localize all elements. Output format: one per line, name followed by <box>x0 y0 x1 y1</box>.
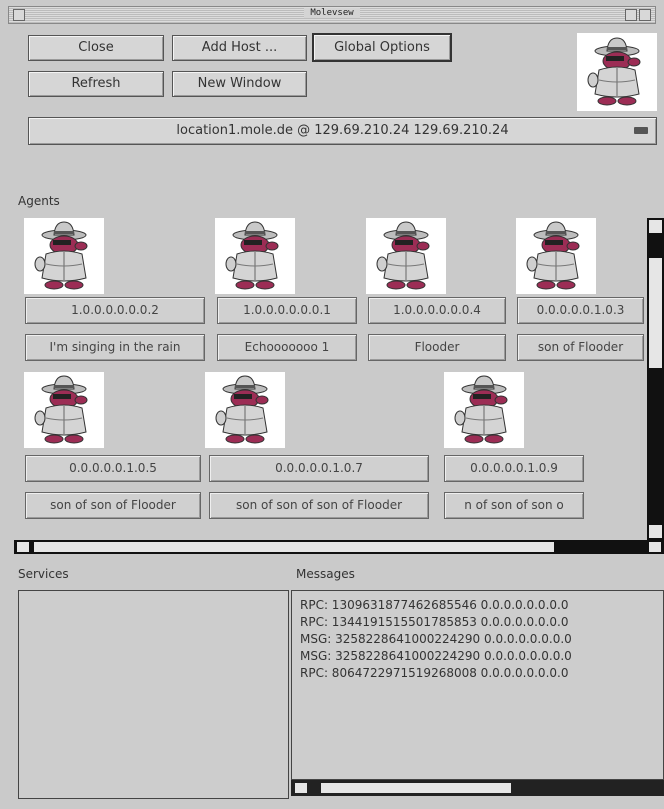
scroll-up-arrow-icon[interactable] <box>649 220 662 233</box>
window-title: Molevsew <box>304 8 360 18</box>
agent-mole-icon[interactable] <box>205 372 285 448</box>
agents-vertical-scrollbar[interactable] <box>647 218 664 540</box>
agent-name-button[interactable]: son of son of son of Flooder <box>209 492 429 519</box>
window-zoom-box[interactable] <box>625 9 637 21</box>
message-line: MSG: 3258228641000224290 0.0.0.0.0.0.0.0 <box>300 649 572 663</box>
agent-mole-icon[interactable] <box>24 372 104 448</box>
molevsew-window: Molevsew Close Add Host ... Global Optio… <box>0 0 664 809</box>
messages-heading: Messages <box>296 567 355 581</box>
message-line: MSG: 3258228641000224290 0.0.0.0.0.0.0.0 <box>300 632 572 646</box>
refresh-button[interactable]: Refresh <box>28 71 164 97</box>
add-host-button[interactable]: Add Host ... <box>172 35 307 61</box>
agent-name-button[interactable]: Flooder <box>368 334 506 361</box>
agent-name-button[interactable]: Echooooooo 1 <box>217 334 357 361</box>
dropdown-arrow-icon <box>634 127 648 134</box>
title-bar[interactable]: Molevsew <box>8 6 656 24</box>
agent-mole-icon[interactable] <box>215 218 295 294</box>
agent-id-button[interactable]: 0.0.0.0.0.1.0.3 <box>517 297 644 324</box>
agent-id-button[interactable]: 1.0.0.0.0.0.0.4 <box>368 297 506 324</box>
agent-id-button[interactable]: 1.0.0.0.0.0.0.2 <box>25 297 205 324</box>
global-options-button[interactable]: Global Options <box>312 33 452 62</box>
agent-mole-icon[interactable] <box>366 218 446 294</box>
agent-name-button[interactable]: son of son of Flooder <box>25 492 201 519</box>
agent-name-button[interactable]: n of son of son o <box>444 492 584 519</box>
agent-mole-icon[interactable] <box>444 372 524 448</box>
agent-name-button[interactable]: I'm singing in the rain <box>25 334 205 361</box>
location-select-value: location1.mole.de @ 129.69.210.24 129.69… <box>176 123 509 138</box>
location-select[interactable]: location1.mole.de @ 129.69.210.24 129.69… <box>28 117 657 145</box>
close-button[interactable]: Close <box>28 35 164 61</box>
agent-mole-icon[interactable] <box>24 218 104 294</box>
scroll-left-arrow-icon[interactable] <box>295 783 307 793</box>
window-collapse-box[interactable] <box>639 9 651 21</box>
agents-horizontal-scrollbar[interactable] <box>14 540 664 554</box>
agent-id-button[interactable]: 0.0.0.0.0.1.0.7 <box>209 455 429 482</box>
message-line: RPC: 1309631877462685546 0.0.0.0.0.0.0.0 <box>300 598 569 612</box>
scroll-right-arrow-icon[interactable] <box>649 542 661 552</box>
agent-id-button[interactable]: 0.0.0.0.0.1.0.5 <box>25 455 201 482</box>
scroll-down-arrow-icon[interactable] <box>649 525 662 538</box>
messages-horizontal-scrollbar[interactable] <box>291 780 664 796</box>
scroll-thumb[interactable] <box>321 783 511 793</box>
services-heading: Services <box>18 567 69 581</box>
agent-id-button[interactable]: 1.0.0.0.0.0.0.1 <box>217 297 357 324</box>
new-window-button[interactable]: New Window <box>172 71 307 97</box>
message-line: RPC: 8064722971519268008 0.0.0.0.0.0.0.0 <box>300 666 569 680</box>
scroll-left-arrow-icon[interactable] <box>17 542 29 552</box>
agent-name-button[interactable]: son of Flooder <box>517 334 644 361</box>
agent-id-button[interactable]: 0.0.0.0.0.1.0.9 <box>444 455 584 482</box>
agent-mole-icon[interactable] <box>516 218 596 294</box>
mole-logo-icon <box>577 33 657 111</box>
services-list[interactable] <box>18 590 289 799</box>
scroll-thumb[interactable] <box>34 542 554 552</box>
message-line: RPC: 1344191515501785853 0.0.0.0.0.0.0.0 <box>300 615 569 629</box>
agents-heading: Agents <box>18 194 60 208</box>
scroll-thumb[interactable] <box>649 258 662 368</box>
